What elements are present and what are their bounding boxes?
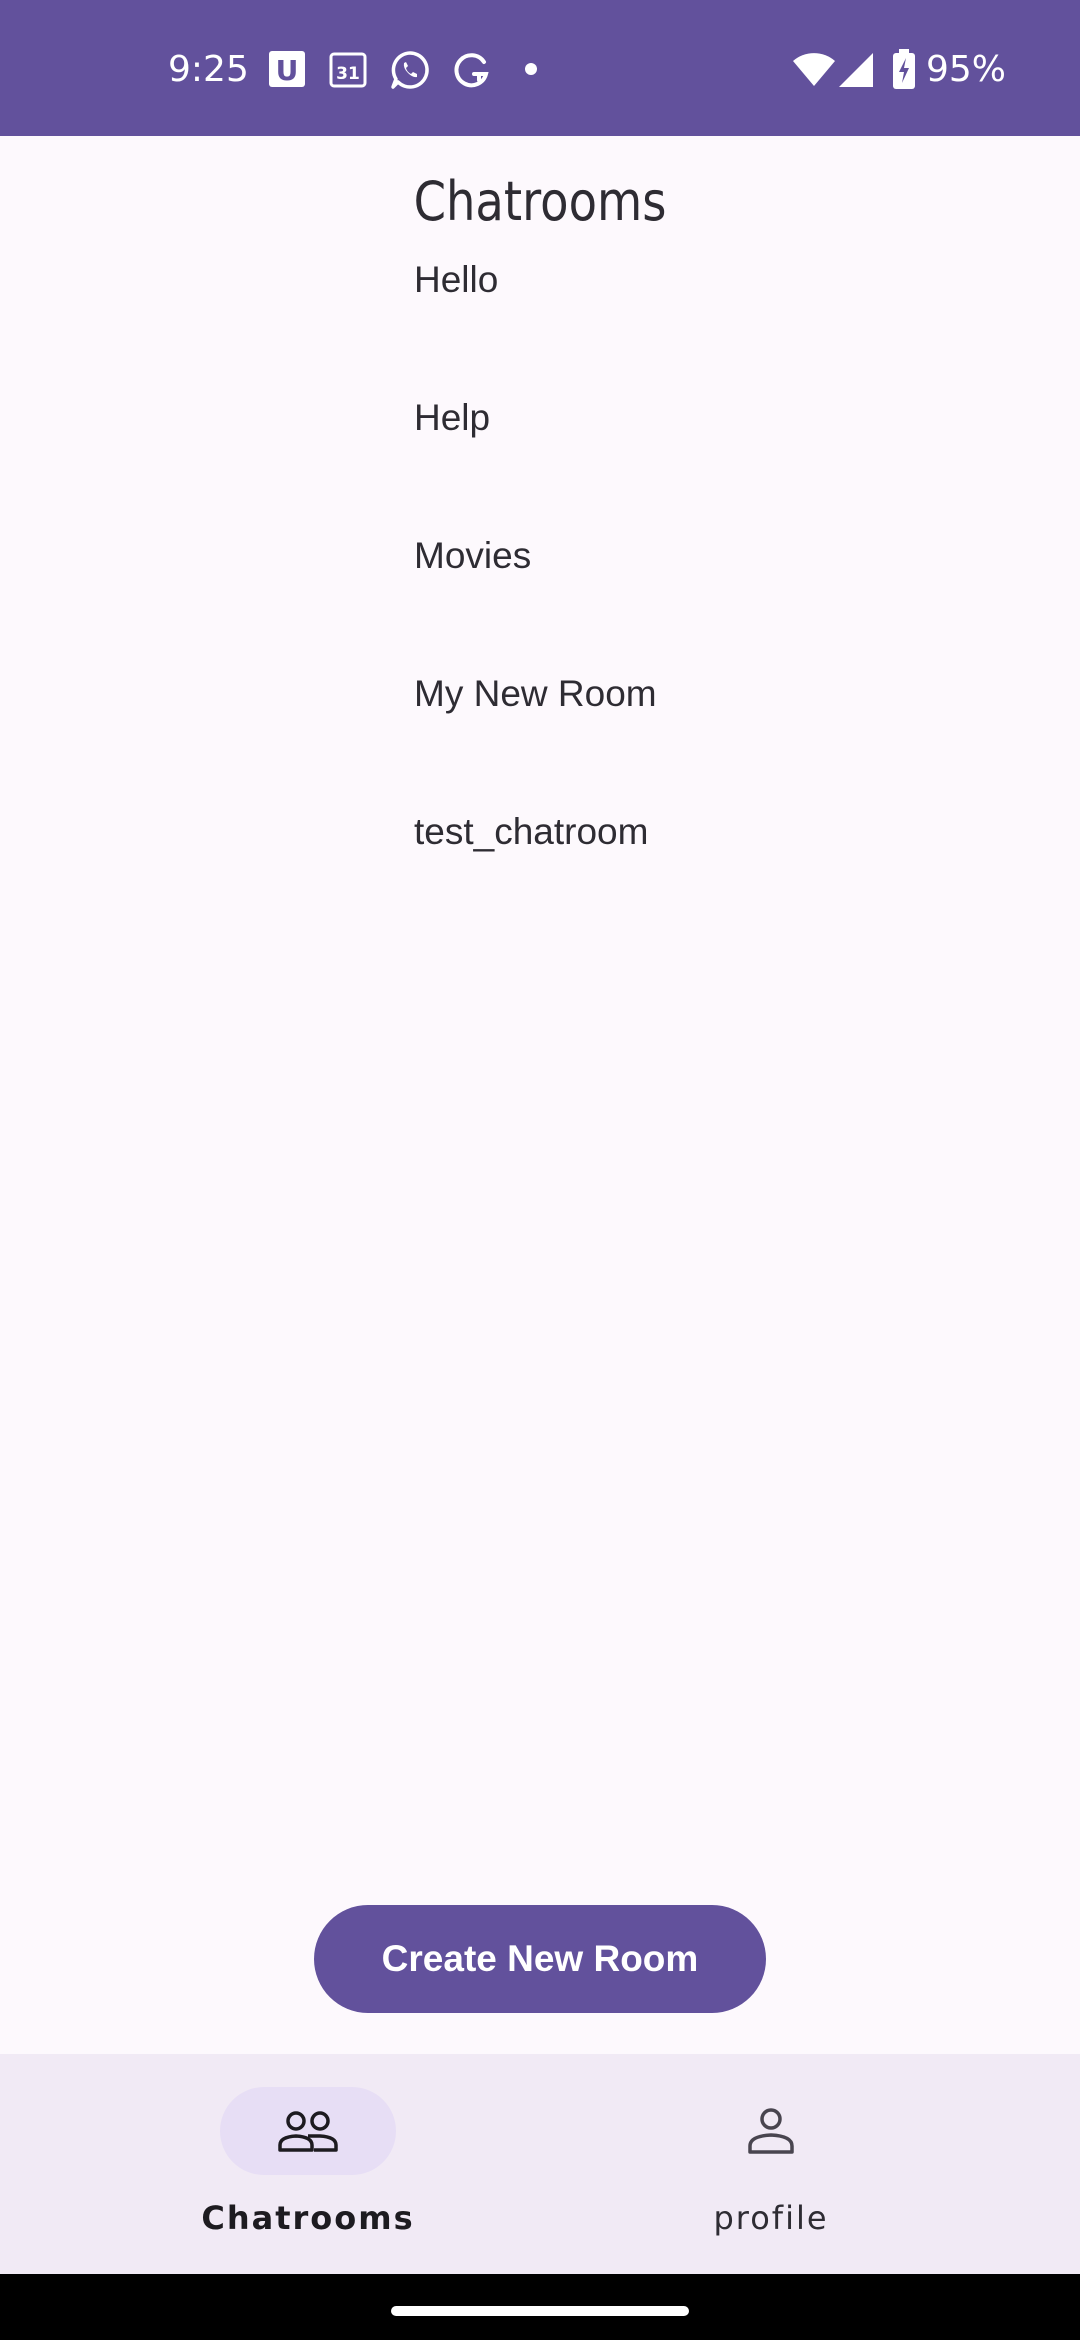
u-app-icon: U [269, 51, 305, 87]
page-title: Chatrooms [413, 170, 667, 233]
u-app-letter: U [276, 54, 299, 87]
wifi-icon [793, 53, 835, 86]
status-bar: 9:25 U 31 95% [0, 0, 1080, 136]
whatsapp-icon [391, 51, 429, 89]
chatroom-item-help[interactable]: Help [414, 388, 1014, 526]
person-icon [748, 2108, 794, 2154]
bottom-navigation: Chatrooms profile [0, 2054, 1080, 2274]
chatroom-item-movies[interactable]: Movies [414, 526, 1014, 664]
grammarly-icon [454, 53, 489, 88]
system-gesture-bar [0, 2274, 1080, 2340]
nav-item-profile[interactable]: profile [621, 2054, 921, 2274]
create-new-room-button[interactable]: Create New Room [314, 1905, 766, 2013]
status-time: 9:25 [168, 49, 249, 90]
cell-signal-icon [839, 53, 873, 87]
nav-label-chatrooms: Chatrooms [201, 2199, 415, 2237]
battery-percent: 95% [926, 49, 1007, 90]
nav-item-chatrooms[interactable]: Chatrooms [158, 2054, 458, 2274]
chatroom-item-my-new-room[interactable]: My New Room [414, 664, 1014, 802]
chatroom-item-test-chatroom[interactable]: test_chatroom [414, 802, 1014, 940]
home-gesture-handle[interactable] [391, 2306, 689, 2316]
nav-label-profile: profile [713, 2199, 829, 2237]
people-icon [278, 2111, 338, 2152]
chatroom-list: Hello Help Movies My New Room test_chatr… [414, 250, 1014, 940]
calendar-icon: 31 [329, 52, 367, 88]
calendar-day: 31 [336, 64, 360, 84]
chatroom-item-hello[interactable]: Hello [414, 250, 1014, 388]
battery-icon [893, 49, 915, 89]
dot-icon [525, 63, 537, 75]
